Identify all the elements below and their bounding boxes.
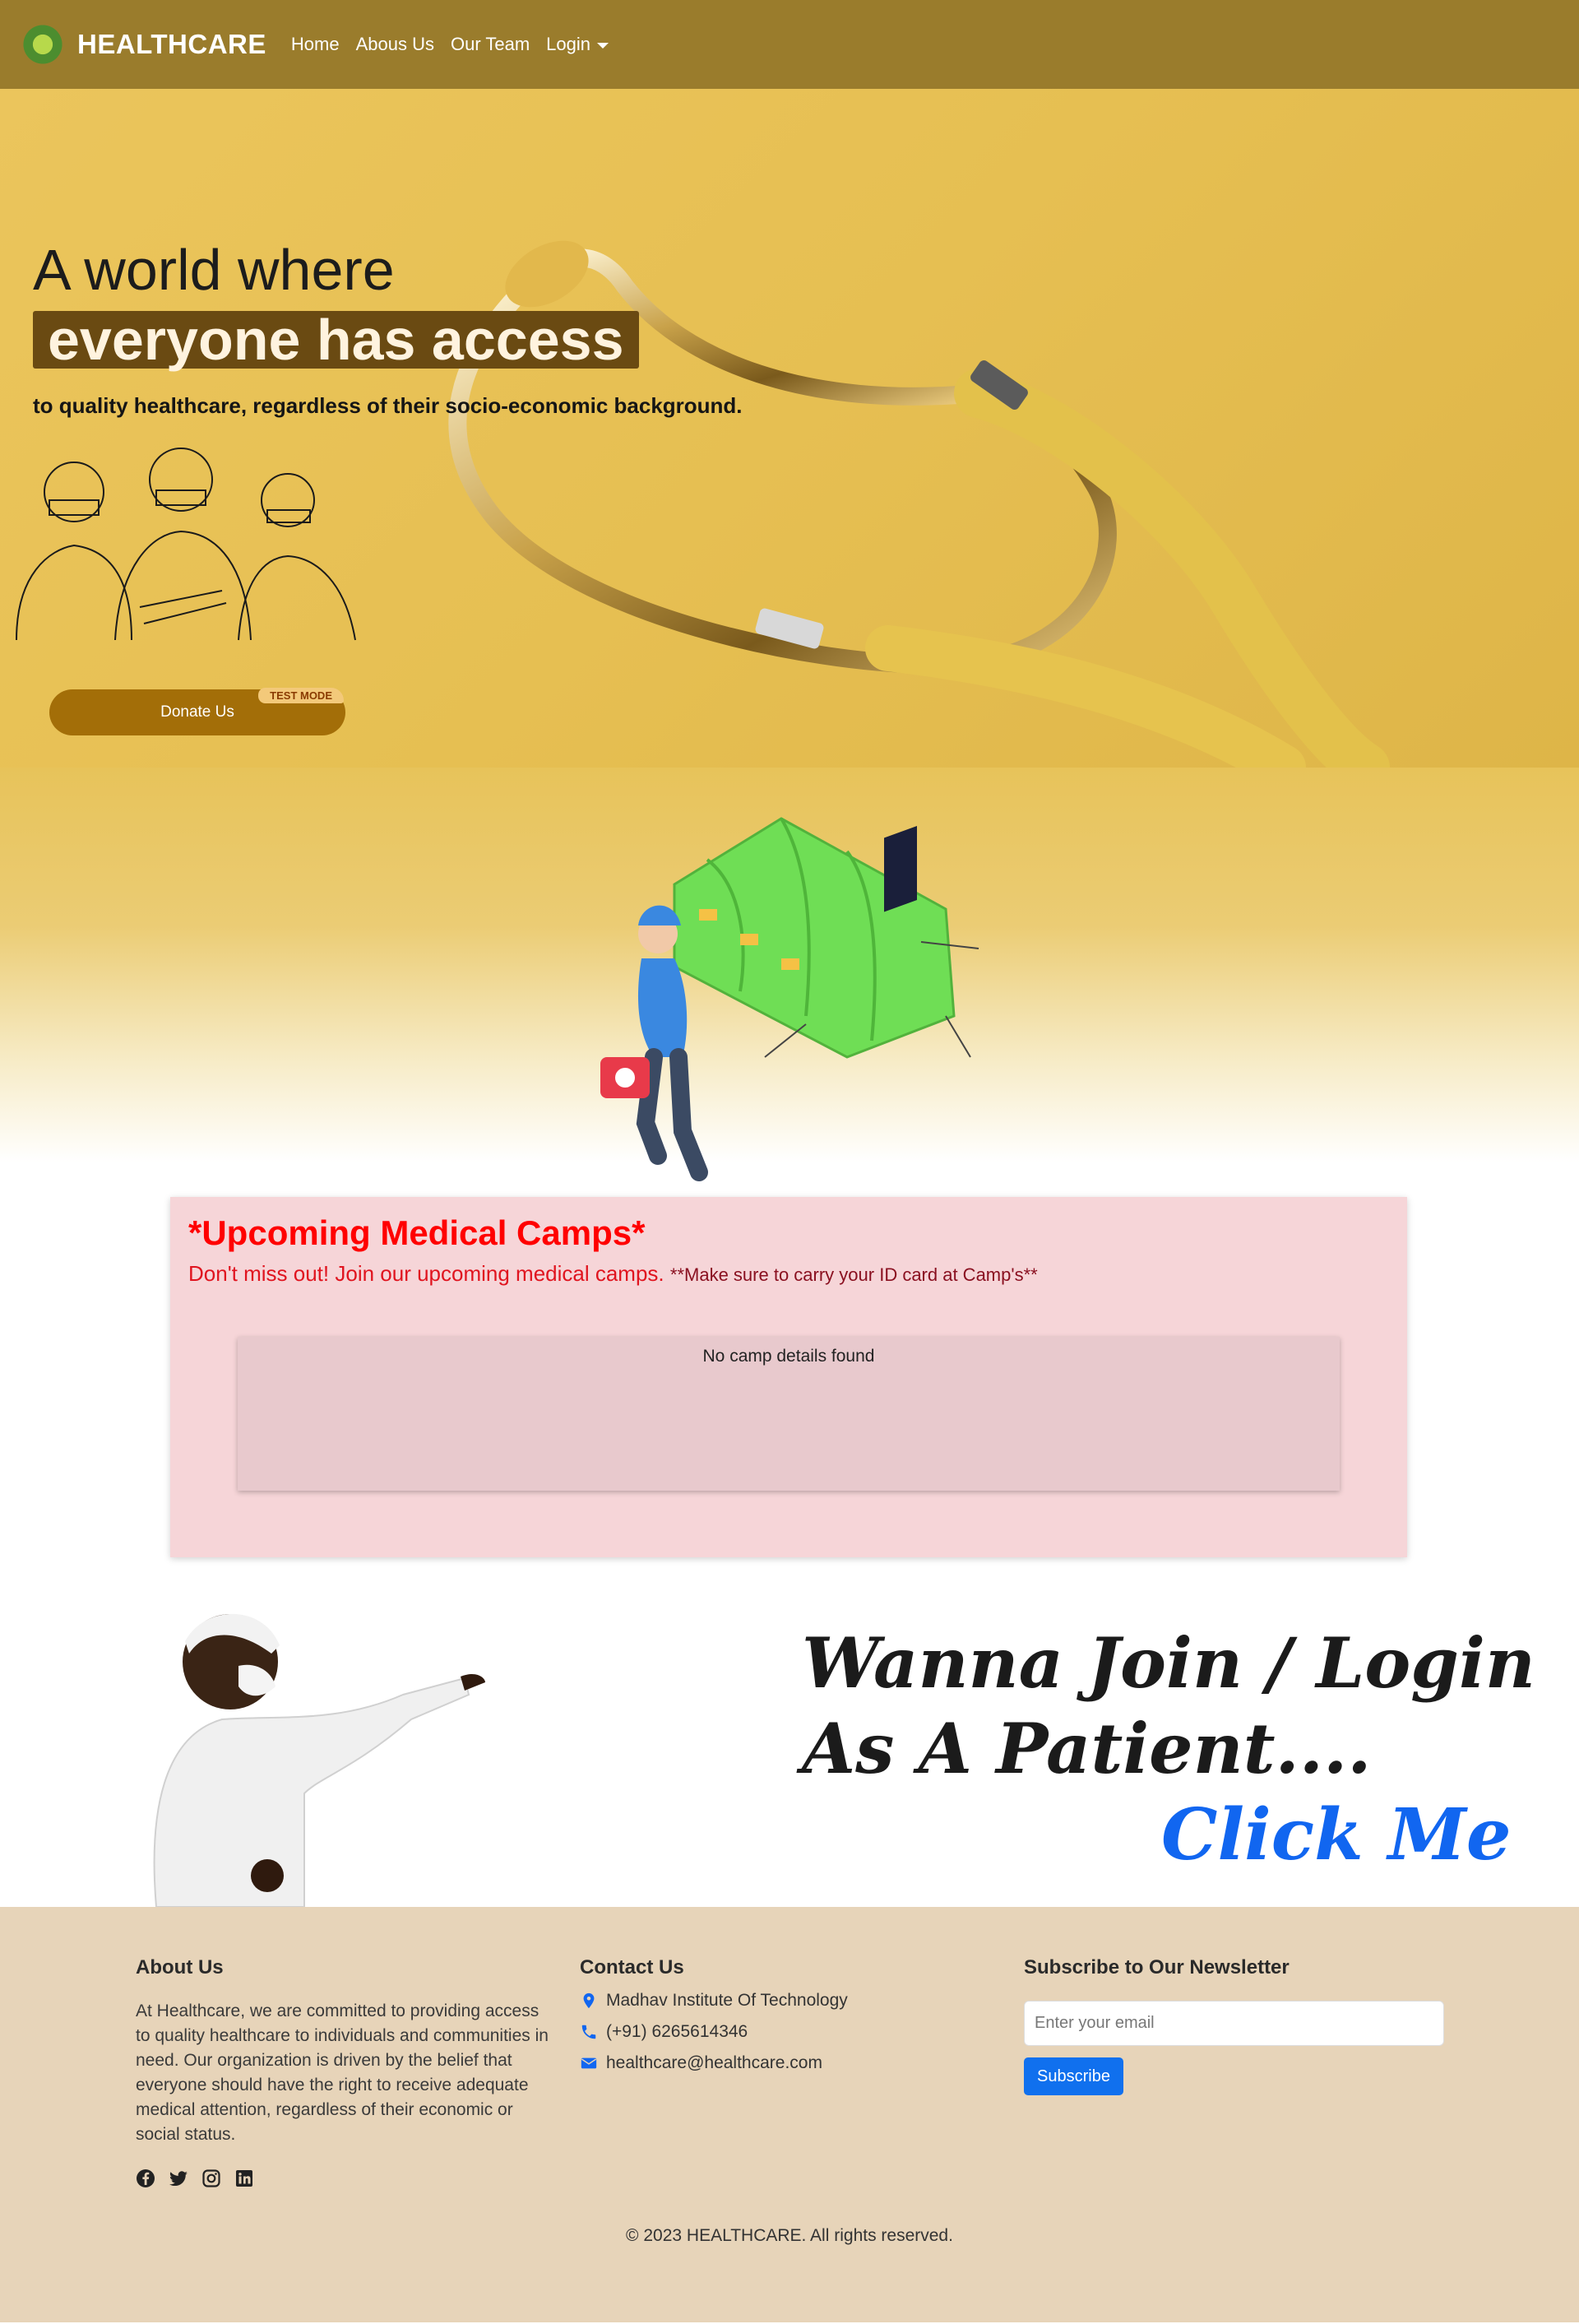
doctor-pointing-illustration [153, 1613, 485, 1907]
camps-subtitle-text: Don't miss out! Join our upcoming medica… [188, 1261, 670, 1286]
medical-tent-illustration [600, 817, 979, 1181]
doctors-line-art-illustration [16, 448, 356, 641]
donate-button[interactable]: Donate Us TEST MODE [49, 688, 345, 735]
contact-address: Madhav Institute Of Technology [580, 1991, 848, 2011]
caret-down-icon [597, 42, 609, 49]
hero-heading-highlight: everyone has access [33, 311, 639, 369]
join-section: Wanna Join / Login As A Patient.... Clic… [0, 1588, 1579, 1907]
nav-team[interactable]: Our Team [451, 34, 530, 55]
nav-about[interactable]: Abous Us [356, 34, 434, 55]
map-pin-icon [583, 1992, 595, 2009]
contact-address-text: Madhav Institute Of Technology [606, 1991, 848, 2010]
navbar: HEALTHCARE Home Abous Us Our Team Login [0, 0, 1579, 89]
copyright-text: © 2023 HEALTHCARE. All rights reserved. [626, 2226, 953, 2245]
camps-empty-message: No camp details found [702, 1347, 875, 1366]
stethoscope-illustration [448, 240, 1390, 768]
camps-subtitle: Don't miss out! Join our upcoming medica… [188, 1261, 1038, 1287]
join-heading-line1: Wanna Join / Login [802, 1622, 1536, 1704]
footer-contact-title: Contact Us [580, 1956, 684, 1978]
nav-login-dropdown[interactable]: Login [546, 34, 609, 55]
nav-links: Home Abous Us Our Team Login [291, 34, 609, 55]
nav-home[interactable]: Home [291, 34, 340, 55]
camps-id-note: **Make sure to carry your ID card at Cam… [669, 1264, 1038, 1285]
donate-label: Donate Us [160, 703, 234, 721]
linkedin-icon[interactable] [234, 2169, 254, 2188]
facebook-icon[interactable] [136, 2169, 155, 2188]
footer: About Us At Healthcare, we are committed… [0, 1907, 1579, 2322]
newsletter-title: Subscribe to Our Newsletter [1024, 1956, 1290, 1978]
instagram-icon[interactable] [201, 2169, 221, 2188]
hero-section: A world where everyone has access to qua… [0, 89, 1579, 768]
contact-email-text[interactable]: healthcare@healthcare.com [606, 2053, 822, 2073]
footer-about-column: About Us At Healthcare, we are committed… [136, 1956, 557, 2188]
contact-email: healthcare@healthcare.com [580, 2053, 848, 2073]
hero-subtitle: to quality healthcare, regardless of the… [33, 393, 743, 418]
footer-about-title: About Us [136, 1956, 224, 1978]
newsletter-email-input[interactable] [1024, 2001, 1444, 2046]
subscribe-button[interactable]: Subscribe [1024, 2057, 1123, 2095]
twitter-icon[interactable] [169, 2169, 188, 2188]
contact-phone-text: (+91) 6265614346 [606, 2022, 748, 2041]
test-mode-badge: TEST MODE [258, 688, 344, 703]
contact-phone: (+91) 6265614346 [580, 2022, 848, 2042]
brand-name[interactable]: HEALTHCARE [77, 29, 266, 60]
click-me-link[interactable]: Click Me [1161, 1793, 1512, 1876]
footer-contact-column: Contact Us Madhav Institute Of Technolog… [580, 1956, 848, 2073]
nav-login-label: Login [546, 34, 590, 54]
upcoming-camps-card: *Upcoming Medical Camps* Don't miss out!… [170, 1197, 1407, 1557]
hero-heading-line1: A world where [33, 238, 395, 302]
footer-about-text: At Healthcare, we are committed to provi… [136, 2002, 549, 2144]
social-links [136, 2169, 557, 2188]
envelope-icon [581, 2057, 597, 2069]
phone-icon [581, 2025, 596, 2039]
join-heading-line2: As A Patient.... [802, 1708, 1372, 1789]
caduceus-logo-icon[interactable] [18, 20, 67, 69]
camps-list-box: No camp details found [238, 1337, 1340, 1491]
join-heading: Wanna Join / Login As A Patient.... [802, 1621, 1535, 1792]
footer-newsletter-column: Subscribe to Our Newsletter Subscribe [1024, 1956, 1444, 2095]
camps-title: *Upcoming Medical Camps* [188, 1213, 646, 1252]
